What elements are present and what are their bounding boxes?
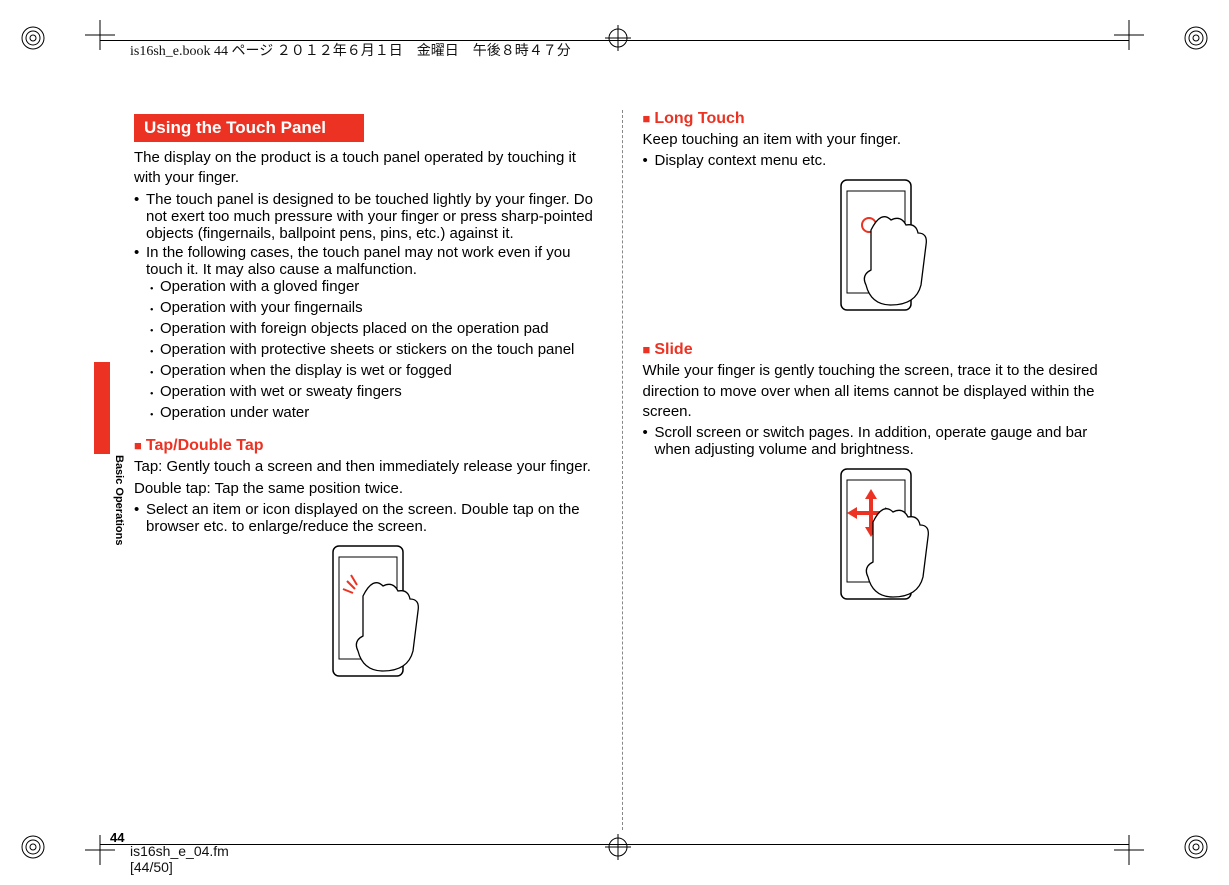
registration-target-icon xyxy=(20,25,46,51)
registration-target-icon xyxy=(20,834,46,860)
bullet-text: The touch panel is designed to be touche… xyxy=(146,191,602,242)
crop-mark-icon xyxy=(1114,20,1144,50)
footer-info: is16sh_e_04.fm [44/50] xyxy=(130,843,229,875)
page-number: 44 xyxy=(110,830,124,845)
subsection-heading: ■Slide xyxy=(643,341,1111,359)
square-icon: ■ xyxy=(643,342,651,357)
crop-mark-icon xyxy=(1114,835,1144,865)
sub-bullet-item: ･Operation with a gloved finger xyxy=(148,278,602,299)
sub-bullet-item: ･Operation with protective sheets or sti… xyxy=(148,341,602,362)
registration-target-icon xyxy=(1183,834,1209,860)
footer-filename: is16sh_e_04.fm xyxy=(130,843,229,859)
registration-cross-icon xyxy=(605,25,631,51)
bullet-icon: • xyxy=(134,501,146,535)
sub-bullet-icon: ･ xyxy=(148,320,160,341)
body-text: Keep touching an item with your finger. xyxy=(643,130,1111,150)
section-heading: Using the Touch Panel xyxy=(134,114,364,142)
right-column: ■Long Touch Keep touching an item with y… xyxy=(623,110,1131,830)
footer-pagecount: [44/50] xyxy=(130,859,229,875)
sub-bullet-item: ･Operation with foreign objects placed o… xyxy=(148,320,602,341)
sub-bullet-text: Operation with your fingernails xyxy=(160,299,363,320)
header-text: is16sh_e.book 44 ページ ２０１２年６月１日 金曜日 午後８時４… xyxy=(130,40,571,60)
left-column: Using the Touch Panel The display on the… xyxy=(134,110,623,830)
sub-bullet-icon: ･ xyxy=(148,404,160,425)
slide-illustration xyxy=(643,464,1111,618)
sub-bullet-item: ･Operation under water xyxy=(148,404,602,425)
long-touch-illustration xyxy=(643,175,1111,329)
registration-cross-icon xyxy=(605,834,631,860)
square-icon: ■ xyxy=(643,111,651,126)
sub-bullet-item: ･Operation when the display is wet or fo… xyxy=(148,362,602,383)
body-text: While your finger is gently touching the… xyxy=(643,361,1111,422)
bullet-icon: • xyxy=(643,152,655,169)
subsection-heading: ■Long Touch xyxy=(643,110,1111,128)
subsection-title: Slide xyxy=(654,341,692,358)
bullet-icon: • xyxy=(643,424,655,458)
bullet-item: • The touch panel is designed to be touc… xyxy=(134,191,602,242)
bullet-text: Select an item or icon displayed on the … xyxy=(146,501,602,535)
sub-bullet-text: Operation when the display is wet or fog… xyxy=(160,362,452,383)
bullet-item: • In the following cases, the touch pane… xyxy=(134,244,602,278)
sub-bullet-text: Operation with a gloved finger xyxy=(160,278,359,299)
sub-bullet-icon: ･ xyxy=(148,341,160,362)
tap-illustration xyxy=(134,541,602,695)
sub-bullet-text: Operation under water xyxy=(160,404,309,425)
bullet-icon: • xyxy=(134,244,146,278)
sub-bullet-text: Operation with wet or sweaty fingers xyxy=(160,383,402,404)
bullet-text: Display context menu etc. xyxy=(655,152,1111,169)
sub-bullet-icon: ･ xyxy=(148,278,160,299)
sub-bullet-text: Operation with foreign objects placed on… xyxy=(160,320,549,341)
sub-bullet-item: ･Operation with your fingernails xyxy=(148,299,602,320)
footer-rule xyxy=(100,844,1129,845)
subsection-title: Long Touch xyxy=(654,110,744,127)
sub-bullet-icon: ･ xyxy=(148,362,160,383)
bullet-item: • Scroll screen or switch pages. In addi… xyxy=(643,424,1111,458)
subsection-title: Tap/Double Tap xyxy=(146,437,264,454)
sub-bullet-icon: ･ xyxy=(148,383,160,404)
subsection-heading: ■ Tap/Double Tap xyxy=(134,437,602,455)
square-icon: ■ xyxy=(134,438,142,453)
crop-mark-icon xyxy=(85,20,115,50)
sub-bullet-icon: ･ xyxy=(148,299,160,320)
bullet-item: • Select an item or icon displayed on th… xyxy=(134,501,602,535)
bullet-item: • Display context menu etc. xyxy=(643,152,1111,169)
body-text: Tap: Gently touch a screen and then imme… xyxy=(134,457,602,477)
sub-bullet-item: ･Operation with wet or sweaty fingers xyxy=(148,383,602,404)
sub-bullet-text: Operation with protective sheets or stic… xyxy=(160,341,574,362)
bullet-icon: • xyxy=(134,191,146,242)
intro-text: The display on the product is a touch pa… xyxy=(134,148,602,189)
section-tab-marker xyxy=(94,362,110,454)
bullet-text: In the following cases, the touch panel … xyxy=(146,244,602,278)
section-tab-label: Basic Operations xyxy=(110,455,125,655)
bullet-text: Scroll screen or switch pages. In additi… xyxy=(655,424,1111,458)
registration-target-icon xyxy=(1183,25,1209,51)
body-text: Double tap: Tap the same position twice. xyxy=(134,479,602,499)
